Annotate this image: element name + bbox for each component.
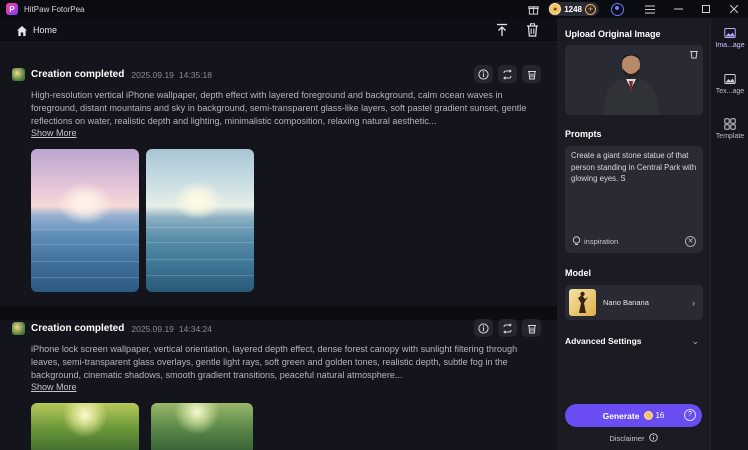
app-logo-icon: P [6,3,18,15]
minimize-icon[interactable] [664,0,692,18]
regenerate-icon [503,68,512,80]
card-actions [474,65,541,83]
trash-icon [527,70,536,79]
add-credits-icon[interactable]: + [585,3,596,15]
creation-card: Creation completed 2025.09.19 14:34:24 i… [0,319,557,450]
disclaimer-label: Disclaimer [609,434,645,443]
show-more-link[interactable]: Show More [31,382,77,392]
inspiration-label: inspiration [584,236,619,246]
generated-image[interactable] [31,149,139,292]
template-grid-icon [724,118,736,130]
upload-icon[interactable] [494,22,510,38]
app-title: HitPaw FotorPea [24,4,85,14]
tab-label: Tex...age [715,88,745,95]
generate-label: Generate [602,410,640,421]
uploaded-portrait [603,54,659,115]
chevron-right-icon: › [692,297,695,308]
card-title: Creation completed [31,323,125,334]
creation-thumbnail-icon [12,68,25,81]
tab-text-to-image[interactable]: Tex...age [711,66,748,106]
info-icon [648,433,658,442]
generated-image[interactable] [151,403,253,450]
card-date: 2025.09.19 [131,69,174,80]
tab-template[interactable]: Template [711,111,748,151]
credits-count: 1248 [564,4,582,14]
card-time: 14:34:24 [178,323,212,334]
card-actions [474,319,541,337]
generate-cost: 16 [655,411,665,420]
settings-panel: Upload Original Image Prompts Create a g… [557,18,710,450]
advanced-settings-label: Advanced Settings [565,336,642,346]
info-button[interactable] [474,65,493,83]
tab-image-to-image[interactable]: Ima...age [711,20,748,60]
clear-prompt-icon[interactable]: ✕ [685,236,696,247]
card-prompt-text: iPhone lock screen wallpaper, vertical o… [31,344,518,380]
title-bar-controls: ● 1248 + [526,0,748,18]
card-title: Creation completed [31,69,125,80]
card-prompt-text: High-resolution vertical iPhone wallpape… [31,90,527,126]
coin-icon [644,411,654,420]
help-icon[interactable]: ? [684,409,696,421]
generate-button[interactable]: Generate 16 ? [565,404,702,427]
generated-image[interactable] [146,149,254,292]
model-label: Model [565,268,591,278]
delete-button[interactable] [522,65,541,83]
tab-label: Template [715,133,745,140]
mode-tabs: Ima...age Tex...age Template [710,18,748,450]
card-separator [0,306,557,320]
info-icon [478,322,489,334]
user-avatar-icon[interactable] [611,2,624,16]
info-icon [478,68,489,80]
info-button[interactable] [474,319,493,337]
card-header: Creation completed 2025.09.19 14:35:18 [12,68,212,81]
delete-all-icon[interactable] [524,22,540,38]
chevron-down-icon: ⌄ [691,335,699,346]
model-selector[interactable]: Nano Banana › [565,285,703,320]
prompt-textarea[interactable]: Create a giant stone statue of that pers… [565,146,703,253]
advanced-settings-toggle[interactable]: Advanced Settings ⌄ [565,335,703,347]
gift-icon[interactable] [526,2,540,16]
home-link[interactable]: Home [33,25,57,35]
lightbulb-icon [572,236,581,245]
creation-card: Creation completed 2025.09.19 14:35:18 H… [0,44,557,306]
card-date: 2025.09.19 [131,323,174,334]
creation-feed: Creation completed 2025.09.19 14:35:18 H… [0,44,557,450]
menu-icon[interactable] [636,0,664,18]
generated-image[interactable] [31,403,139,450]
image-icon [724,28,736,38]
regenerate-icon [503,322,512,334]
maximize-icon[interactable] [692,0,720,18]
home-icon[interactable] [16,24,28,36]
close-icon[interactable] [720,0,748,18]
regenerate-button[interactable] [498,65,517,83]
regenerate-button[interactable] [498,319,517,337]
model-thumbnail [569,289,596,316]
prompt-text[interactable]: Create a giant stone statue of that pers… [571,150,697,185]
card-time: 14:35:18 [178,69,212,80]
text-image-icon [724,74,736,84]
tab-label: Ima...age [715,42,745,49]
card-header: Creation completed 2025.09.19 14:34:24 [12,322,212,335]
trash-icon [527,324,536,333]
upload-image-box[interactable] [565,45,703,115]
disclaimer-link[interactable]: Disclaimer [557,433,710,443]
inspiration-button[interactable]: inspiration [572,236,618,246]
title-bar: P HitPaw FotorPea ● 1248 + [0,0,748,18]
delete-button[interactable] [522,319,541,337]
model-name: Nano Banana [603,298,649,307]
upload-label: Upload Original Image [565,29,661,39]
creation-thumbnail-icon [12,322,25,335]
prompts-label: Prompts [565,129,602,139]
credits-badge[interactable]: ● 1248 + [548,2,599,16]
app-window: P HitPaw FotorPea ● 1248 + Home Creation… [0,0,748,450]
show-more-link[interactable]: Show More [31,128,77,138]
toolbar: Home [0,18,557,43]
remove-image-icon[interactable] [689,49,699,59]
coin-icon: ● [549,3,562,15]
